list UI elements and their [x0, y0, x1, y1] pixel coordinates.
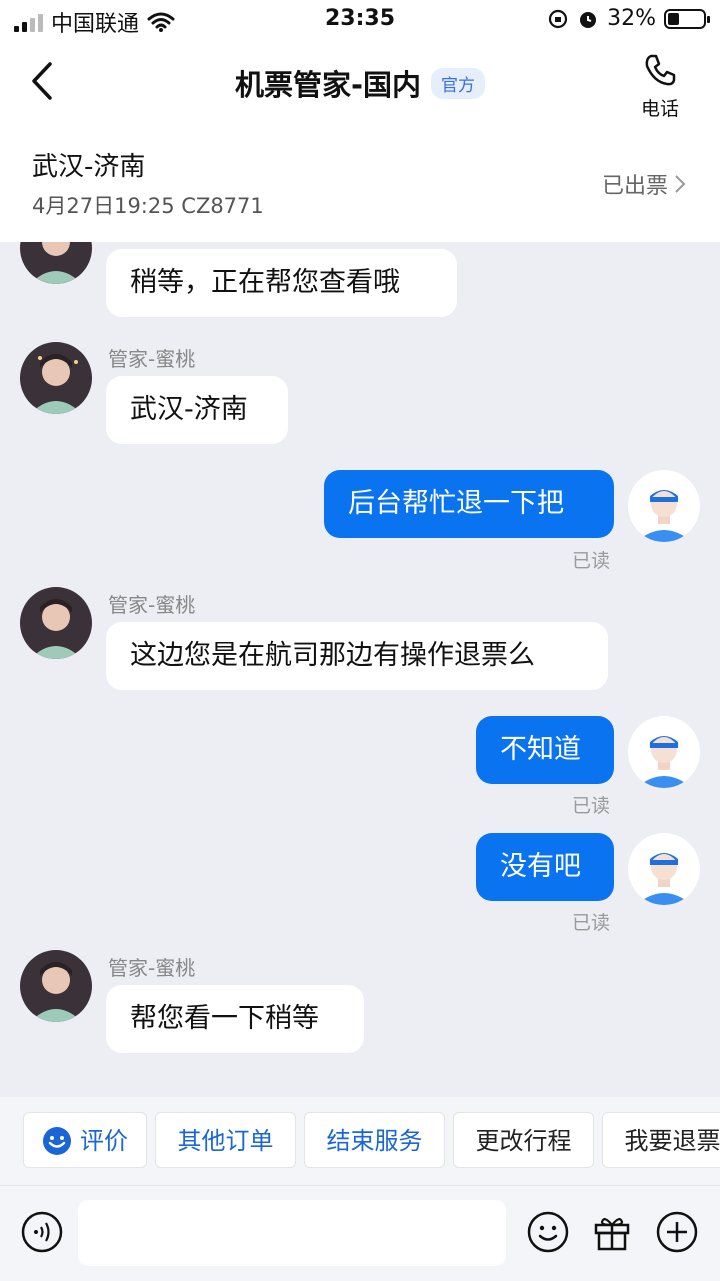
message-bubble[interactable]: 稍等，正在帮您查看哦	[106, 249, 457, 317]
chat-area[interactable]: 稍等，正在帮您查看哦 管家-蜜桃 武汉-济南 后台帮忙退一下把 已读 管家-蜜桃…	[0, 242, 720, 1097]
phone-label: 电话	[640, 98, 679, 120]
read-receipt: 已读	[572, 550, 611, 572]
flight-detail: 4月27日19:25 CZ8771	[32, 194, 264, 218]
battery-icon	[664, 8, 710, 29]
plus-icon[interactable]	[655, 1210, 699, 1254]
quick-action-bar[interactable]: 评价 其他订单 结束服务 更改行程 我要退票	[0, 1097, 720, 1185]
chevron-right-icon	[675, 175, 686, 193]
emoji-icon[interactable]	[526, 1210, 570, 1254]
sender-name: 管家-蜜桃	[108, 956, 196, 980]
phone-button[interactable]: 电话	[624, 52, 696, 121]
message-bubble[interactable]: 帮您看一下稍等	[106, 985, 364, 1053]
agent-avatar[interactable]	[20, 950, 92, 1022]
user-avatar[interactable]	[628, 833, 700, 905]
ticket-status-label: 已出票	[601, 174, 668, 199]
user-avatar[interactable]	[628, 470, 700, 542]
message-bubble[interactable]: 武汉-济南	[106, 376, 288, 444]
message-bubble-outgoing[interactable]: 没有吧	[476, 833, 614, 901]
page-title: 机票管家-国内 官方	[0, 62, 720, 104]
alarm-icon	[580, 11, 597, 28]
sender-name: 管家-蜜桃	[108, 593, 196, 617]
sender-name: 管家-蜜桃	[108, 347, 196, 371]
page-title-text: 机票管家-国内	[234, 68, 422, 102]
user-avatar[interactable]	[628, 716, 700, 788]
refund-ticket-button[interactable]: 我要退票	[602, 1112, 720, 1168]
status-bar: 中国联通 23:35 32%	[0, 0, 720, 40]
rate-button-label: 评价	[80, 1127, 128, 1155]
agent-avatar[interactable]	[20, 587, 92, 659]
smiley-icon	[43, 1127, 71, 1155]
battery-percent: 32%	[607, 6, 656, 31]
agent-avatar[interactable]	[20, 342, 92, 414]
orientation-lock-icon	[548, 9, 568, 28]
voice-input-icon[interactable]	[20, 1210, 64, 1254]
other-orders-button[interactable]: 其他订单	[155, 1112, 296, 1168]
phone-icon	[645, 54, 676, 86]
nav-bar: 机票管家-国内 官方 电话	[0, 40, 720, 124]
change-itinerary-button[interactable]: 更改行程	[453, 1112, 594, 1168]
message-input[interactable]	[78, 1200, 506, 1266]
message-bubble-outgoing[interactable]: 不知道	[476, 716, 614, 784]
input-bar	[0, 1185, 720, 1281]
read-receipt: 已读	[572, 795, 611, 817]
message-bubble-outgoing[interactable]: 后台帮忙退一下把	[324, 470, 614, 538]
message-bubble[interactable]: 这边您是在航司那边有操作退票么	[106, 622, 608, 690]
read-receipt: 已读	[572, 912, 611, 934]
gift-icon[interactable]	[590, 1210, 634, 1254]
rate-button[interactable]: 评价	[23, 1112, 147, 1168]
agent-avatar[interactable]	[20, 242, 92, 284]
official-badge: 官方	[431, 67, 486, 99]
end-service-button[interactable]: 结束服务	[304, 1112, 445, 1168]
flight-card[interactable]: 武汉-济南 4月27日19:25 CZ8771 已出票	[0, 124, 720, 242]
ticket-status[interactable]: 已出票	[602, 168, 686, 200]
flight-route: 武汉-济南	[32, 152, 146, 182]
